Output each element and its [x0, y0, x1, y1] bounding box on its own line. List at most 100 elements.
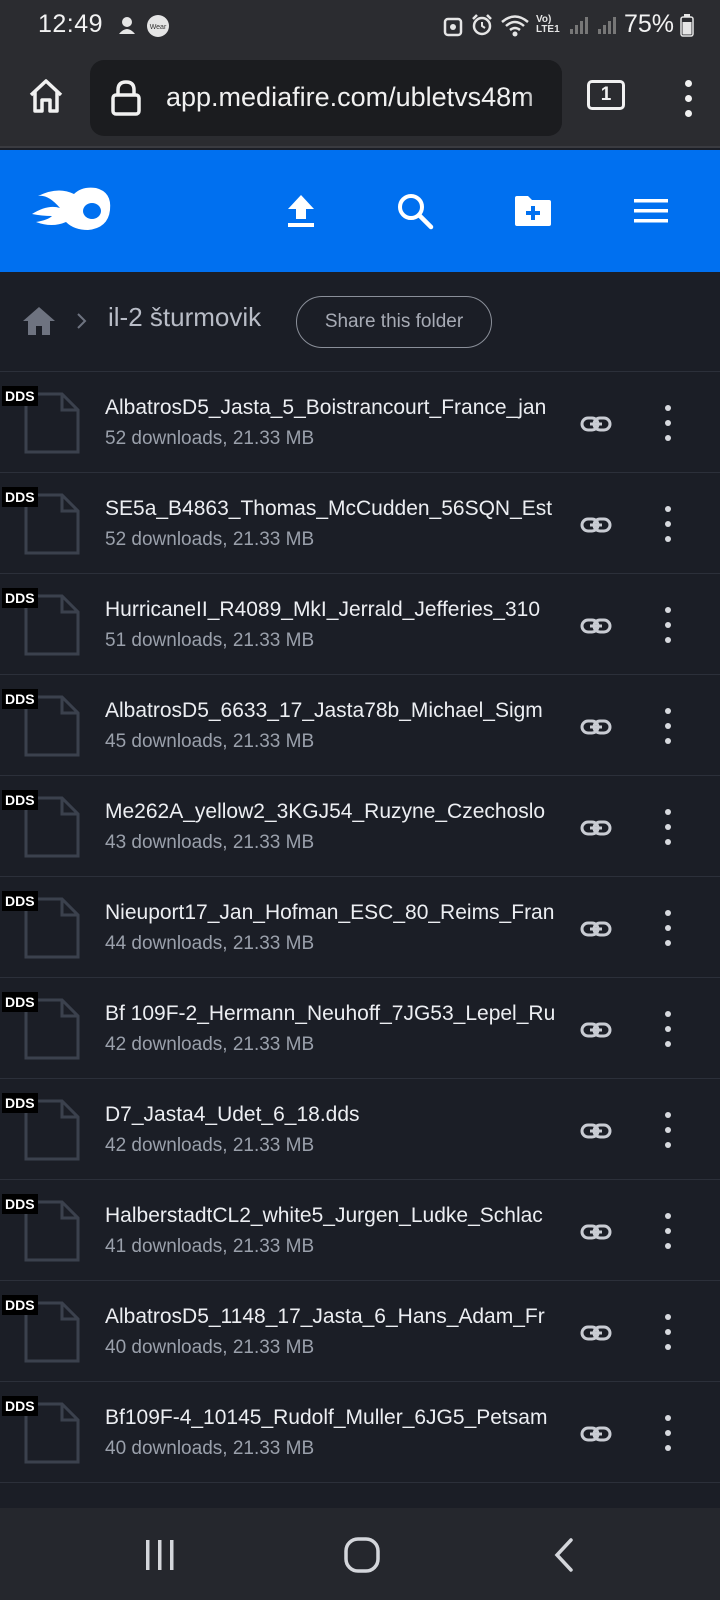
- file-name[interactable]: HalberstadtCL2_white5_Jurgen_Ludke_Schla…: [105, 1204, 563, 1228]
- home-nav-button[interactable]: [334, 1528, 390, 1582]
- file-row[interactable]: DDS HurricaneII_R4089_MkI_Jerrald_Jefferi…: [0, 574, 720, 675]
- file-type-badge: DDS: [2, 1396, 38, 1416]
- new-folder-button[interactable]: [506, 184, 560, 238]
- dot: [665, 839, 671, 845]
- back-icon: [554, 1538, 573, 1572]
- dot: [665, 1430, 671, 1436]
- wear-app-icon: Wear: [147, 15, 169, 37]
- more-vertical-icon[interactable]: [656, 1311, 680, 1353]
- wifi-icon: [501, 14, 529, 36]
- link-icon[interactable]: [580, 1317, 612, 1349]
- breadcrumb-home-icon[interactable]: [22, 306, 56, 336]
- hamburger-menu-icon: [634, 199, 668, 223]
- link-icon[interactable]: [580, 1115, 612, 1147]
- dot: [665, 824, 671, 830]
- file-name[interactable]: Nieuport17_Jan_Hofman_ESC_80_Reims_Fran: [105, 901, 563, 925]
- tab-switcher-button[interactable]: 1: [587, 80, 625, 110]
- browser-menu-button[interactable]: [676, 78, 700, 118]
- file-name[interactable]: Bf 109F-2_Hermann_Neuhoff_7JG53_Lepel_Ru: [105, 1002, 563, 1026]
- mediafire-header: [0, 150, 720, 272]
- file-row[interactable]: DDS Me262A_yellow2_3KGJ54_Ruzyne_Czechosl…: [0, 776, 720, 877]
- lock-screen-icon: [443, 17, 463, 36]
- link-icon[interactable]: [580, 610, 612, 642]
- file-row[interactable]: DDS HalberstadtCL2_white5_Jurgen_Ludke_Sc…: [0, 1180, 720, 1281]
- dot: [665, 1344, 671, 1350]
- more-vertical-icon[interactable]: [656, 1210, 680, 1252]
- file-row[interactable]: DDS AlbatrosD5_Jasta_5_Boistrancourt_Fran…: [0, 372, 720, 473]
- dot: [665, 925, 671, 931]
- hamburger-menu-button[interactable]: [624, 184, 678, 238]
- file-name[interactable]: SE5a_B4863_Thomas_McCudden_56SQN_Est: [105, 497, 563, 521]
- file-row[interactable]: DDS D7_Jasta4_Udet_6_18.dds 42 downloads, …: [0, 1079, 720, 1180]
- file-row[interactable]: DDS AlbatrosD5_1148_17_Jasta_6_Hans_Adam_…: [0, 1281, 720, 1382]
- file-row[interactable]: DDS Nieuport17_Jan_Hofman_ESC_80_Reims_Fr…: [0, 877, 720, 978]
- more-vertical-icon[interactable]: [656, 1008, 680, 1050]
- file-row[interactable]: DDS Bf109F-4_10145_Rudolf_Muller_6JG5_Pet…: [0, 1382, 720, 1483]
- dot: [665, 521, 671, 527]
- file-list: DDS AlbatrosD5_Jasta_5_Boistrancourt_Fran…: [0, 372, 720, 1549]
- breadcrumb: il-2 šturmovik Share this folder: [0, 272, 720, 372]
- file-meta: 40 downloads, 21.33 MB: [105, 1337, 315, 1358]
- search-button[interactable]: [388, 184, 442, 238]
- flame-logo-icon[interactable]: [30, 184, 114, 234]
- address-bar[interactable]: app.mediafire.com/ubletvs48m: [90, 60, 562, 136]
- dot: [665, 738, 671, 744]
- current-folder-name[interactable]: il-2 šturmovik: [108, 302, 261, 333]
- file-type-badge: DDS: [2, 487, 38, 507]
- file-name[interactable]: AlbatrosD5_6633_17_Jasta78b_Michael_Sigm: [105, 699, 563, 723]
- share-folder-button[interactable]: Share this folder: [296, 296, 492, 348]
- file-type-badge: DDS: [2, 992, 38, 1012]
- url-fade: [522, 60, 562, 136]
- link-icon[interactable]: [580, 408, 612, 440]
- upload-icon: [288, 195, 314, 227]
- more-vertical-icon[interactable]: [656, 604, 680, 646]
- dot: [665, 1213, 671, 1219]
- file-meta: 52 downloads, 21.33 MB: [105, 428, 315, 449]
- link-icon[interactable]: [580, 509, 612, 541]
- file-name[interactable]: AlbatrosD5_Jasta_5_Boistrancourt_France_…: [105, 396, 563, 420]
- dot: [665, 723, 671, 729]
- file-meta: 43 downloads, 21.33 MB: [105, 832, 315, 853]
- file-row[interactable]: DDS Bf 109F-2_Hermann_Neuhoff_7JG53_Lepel…: [0, 978, 720, 1079]
- file-name[interactable]: Me262A_yellow2_3KGJ54_Ruzyne_Czechoslo: [105, 800, 563, 824]
- signal-icon-2: [597, 16, 616, 34]
- file-type-badge: DDS: [2, 1093, 38, 1113]
- more-vertical-icon[interactable]: [656, 402, 680, 444]
- file-meta: 42 downloads, 21.33 MB: [105, 1034, 315, 1055]
- link-icon[interactable]: [580, 711, 612, 743]
- battery-icon: [680, 13, 694, 37]
- link-icon[interactable]: [580, 1014, 612, 1046]
- more-vertical-icon[interactable]: [656, 907, 680, 949]
- file-name[interactable]: D7_Jasta4_Udet_6_18.dds: [105, 1103, 563, 1127]
- back-button[interactable]: [536, 1528, 592, 1582]
- link-icon[interactable]: [580, 1418, 612, 1450]
- upload-button[interactable]: [274, 184, 328, 238]
- dot: [665, 405, 671, 411]
- file-meta: 52 downloads, 21.33 MB: [105, 529, 315, 550]
- url-text[interactable]: app.mediafire.com/ubletvs48m: [166, 82, 534, 113]
- more-vertical-icon[interactable]: [656, 503, 680, 545]
- browser-home-button[interactable]: [24, 74, 68, 118]
- dot: [685, 95, 692, 102]
- dot: [665, 1445, 671, 1451]
- more-vertical-icon[interactable]: [656, 705, 680, 747]
- link-icon[interactable]: [580, 1216, 612, 1248]
- dot: [665, 1026, 671, 1032]
- file-type-badge: DDS: [2, 1295, 38, 1315]
- home-icon: [29, 79, 63, 113]
- dot: [665, 708, 671, 714]
- link-icon[interactable]: [580, 812, 612, 844]
- recents-button[interactable]: [132, 1528, 188, 1582]
- file-name[interactable]: Bf109F-4_10145_Rudolf_Muller_6JG5_Petsam: [105, 1406, 563, 1430]
- dot: [665, 637, 671, 643]
- more-vertical-icon[interactable]: [656, 806, 680, 848]
- file-type-badge: DDS: [2, 689, 38, 709]
- more-vertical-icon[interactable]: [656, 1412, 680, 1454]
- file-name[interactable]: HurricaneII_R4089_MkI_Jerrald_Jefferies_…: [105, 598, 563, 622]
- file-row[interactable]: DDS AlbatrosD5_6633_17_Jasta78b_Michael_S…: [0, 675, 720, 776]
- file-name[interactable]: AlbatrosD5_1148_17_Jasta_6_Hans_Adam_Fr: [105, 1305, 563, 1329]
- link-icon[interactable]: [580, 913, 612, 945]
- file-row[interactable]: DDS SE5a_B4863_Thomas_McCudden_56SQN_Est 5…: [0, 473, 720, 574]
- more-vertical-icon[interactable]: [656, 1109, 680, 1151]
- dot: [665, 1041, 671, 1047]
